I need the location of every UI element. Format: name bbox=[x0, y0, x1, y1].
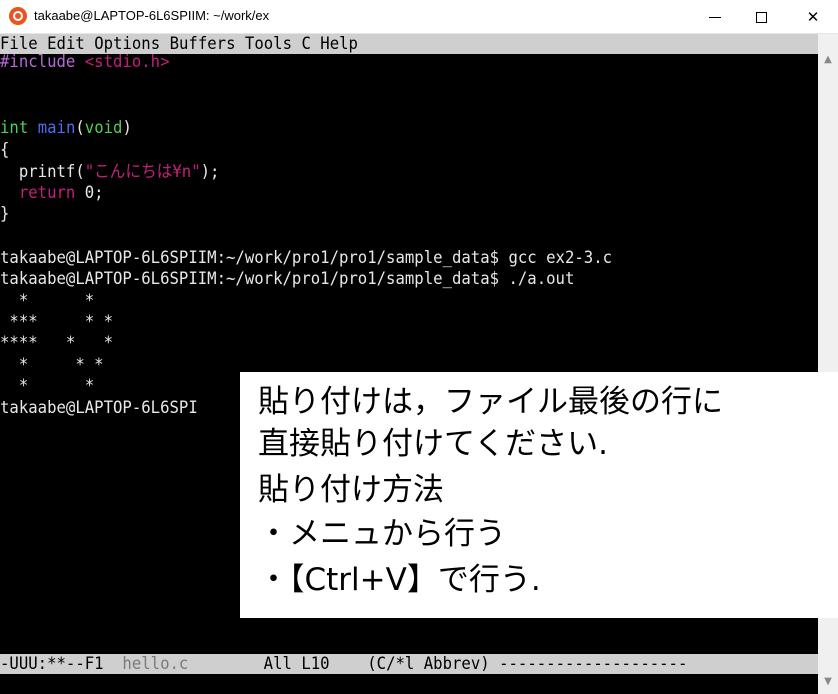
menu-help[interactable]: Help bbox=[320, 34, 358, 54]
program-output-3: **** * * bbox=[0, 333, 114, 353]
modeline-text: -UUU:**--F1 hello.c All L10 (C/*l Abbrev… bbox=[0, 653, 687, 675]
menu-buffers[interactable]: Buffers bbox=[170, 34, 236, 54]
note-line-4: ・メニュから行う bbox=[258, 516, 506, 552]
menu-c[interactable]: C bbox=[301, 34, 310, 54]
minimize-icon bbox=[709, 16, 721, 18]
note-line-3: 貼り付け方法 bbox=[258, 472, 444, 508]
include-header: <stdio.h> bbox=[84, 52, 170, 72]
note-line-2: 直接貼り付けてください. bbox=[258, 426, 608, 462]
printf-call: printf( bbox=[0, 162, 85, 182]
menu-tools[interactable]: Tools bbox=[245, 34, 292, 54]
code-line-brace-open: { bbox=[0, 140, 10, 160]
program-output-1: * * bbox=[0, 291, 95, 311]
instruction-note: 貼り付けは，ファイル最後の行に 直接貼り付けてください. 貼り付け方法 ・メニュ… bbox=[240, 372, 838, 618]
main-paren-open: ( bbox=[75, 118, 85, 138]
main-name: main bbox=[37, 118, 76, 138]
shell-command-1: takaabe@LAPTOP-6L6SPIIM:~/work/pro1/pro1… bbox=[0, 248, 613, 268]
printf-string: "こんにちは¥n" bbox=[84, 162, 201, 182]
printf-end: ); bbox=[200, 162, 220, 182]
scroll-up-icon[interactable]: ▲ bbox=[822, 54, 834, 66]
minimize-button[interactable] bbox=[690, 0, 740, 34]
modeline-position: All L10 (C/*l Abbrev) ------------------… bbox=[188, 654, 688, 674]
ubuntu-icon bbox=[9, 7, 27, 25]
return-keyword: return bbox=[0, 183, 76, 203]
modeline-buffer-name: hello.c bbox=[122, 654, 189, 674]
include-directive: #include bbox=[0, 52, 76, 72]
window-title: takaabe@LAPTOP-6L6SPIIM: ~/work/ex bbox=[34, 8, 270, 23]
emacs-modeline: -UUU:**--F1 hello.c All L10 (C/*l Abbrev… bbox=[0, 654, 818, 674]
scroll-down-icon[interactable]: ▼ bbox=[822, 676, 834, 688]
close-icon: ✕ bbox=[806, 8, 820, 26]
modeline-status: -UUU:**--F1 bbox=[0, 654, 123, 674]
code-line-include: #include <stdio.h> bbox=[0, 51, 170, 73]
note-line-5: ・【Ctrl+V】で行う. bbox=[258, 562, 541, 598]
maximize-button[interactable] bbox=[736, 0, 786, 34]
note-line-1: 貼り付けは，ファイル最後の行に bbox=[258, 384, 723, 420]
return-value: 0; bbox=[75, 183, 104, 203]
main-void: void bbox=[84, 118, 123, 138]
main-type: int bbox=[0, 118, 29, 138]
code-line-return: return 0; bbox=[0, 182, 104, 204]
program-output-2: *** * * bbox=[0, 312, 114, 332]
program-output-4: * * * bbox=[0, 355, 104, 375]
main-paren-close: ) bbox=[122, 118, 132, 138]
shell-prompt: takaabe@LAPTOP-6L6SPI bbox=[0, 398, 198, 418]
code-line-brace-close: } bbox=[0, 204, 10, 224]
shell-command-2: takaabe@LAPTOP-6L6SPIIM:~/work/pro1/pro1… bbox=[0, 269, 575, 289]
window-titlebar[interactable]: takaabe@LAPTOP-6L6SPIIM: ~/work/ex ✕ bbox=[0, 0, 838, 34]
code-line-main: int main(void) bbox=[0, 117, 132, 139]
program-output-5: * * bbox=[0, 376, 95, 396]
close-button[interactable]: ✕ bbox=[788, 0, 838, 34]
maximize-icon bbox=[755, 11, 767, 23]
code-line-printf: printf("こんにちは¥n"); bbox=[0, 161, 220, 183]
